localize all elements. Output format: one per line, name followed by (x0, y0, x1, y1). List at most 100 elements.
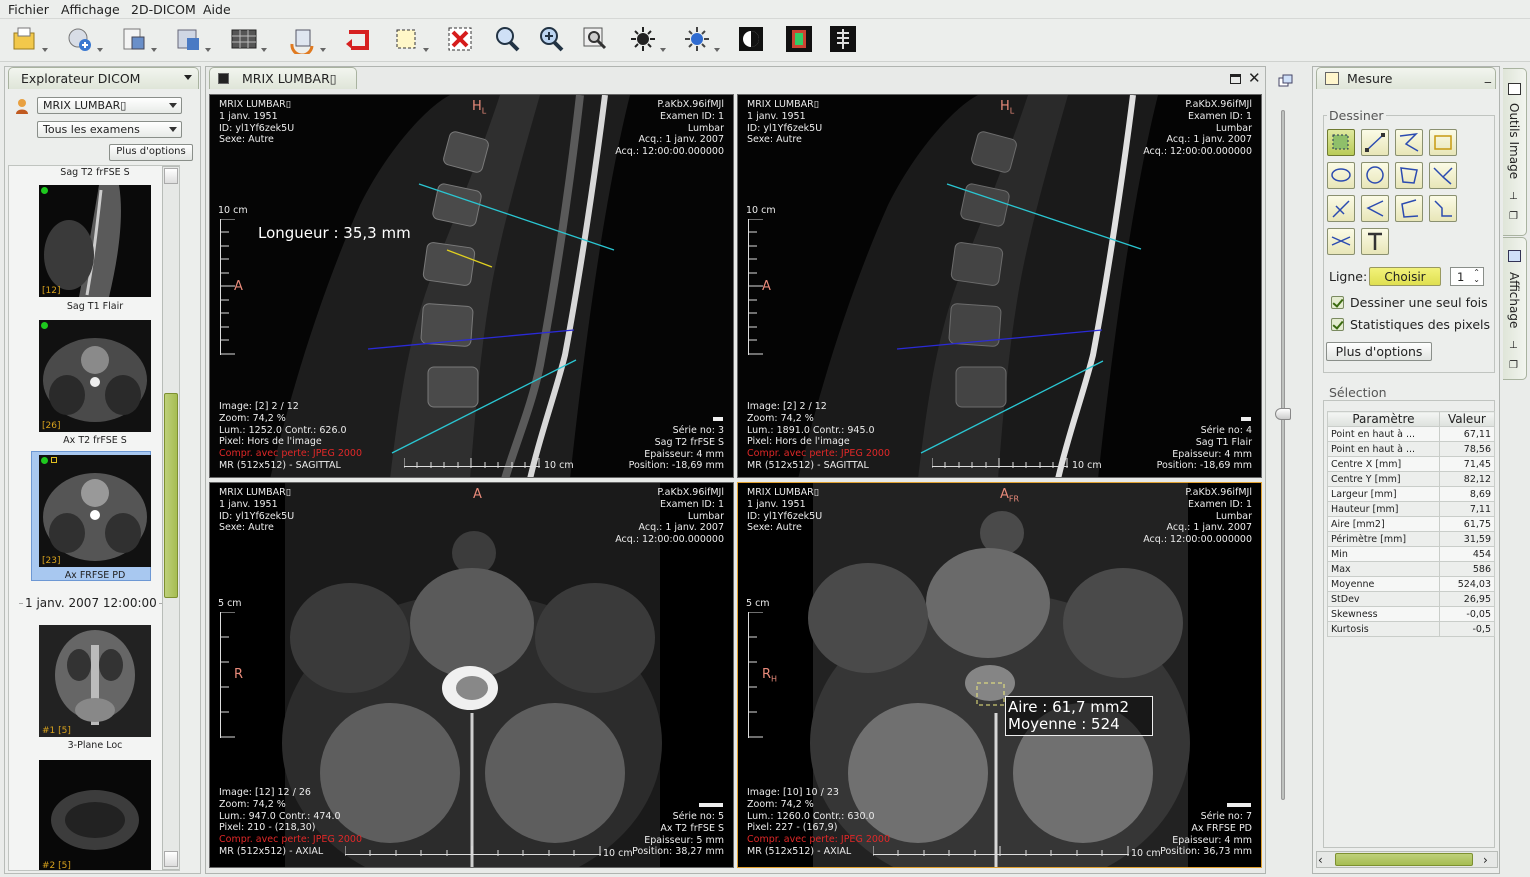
rectangle-tool-icon[interactable] (1429, 129, 1457, 156)
cobb-angle-tool-icon[interactable] (1361, 195, 1389, 222)
select-tool-icon[interactable] (1327, 129, 1355, 156)
select-icon[interactable] (391, 24, 429, 54)
table-row[interactable]: Skewness -0,05 (1327, 606, 1496, 622)
menu-2d-dicom[interactable]: 2D-DICOM (131, 2, 196, 17)
table-row[interactable]: Aire [mm2] 61,75 (1327, 516, 1496, 532)
table-row[interactable]: Hauteur [mm] 7,11 (1327, 501, 1496, 517)
delete-icon[interactable] (445, 24, 475, 54)
pixel-stats-checkbox[interactable] (1331, 318, 1344, 331)
explorer-more-options-button[interactable]: Plus d'options (109, 144, 193, 161)
layout-sync-icon[interactable] (1278, 74, 1294, 88)
scroll-up-button[interactable] (164, 168, 178, 184)
table-row[interactable]: Moyenne 524,03 (1327, 576, 1496, 592)
menu-bar: Fichier Affichage 2D-DICOM Aide (0, 0, 1530, 19)
menu-help[interactable]: Aide (203, 2, 231, 17)
ellipse-tool-icon[interactable] (1327, 162, 1355, 189)
minimize-icon[interactable]: _ (1485, 68, 1491, 83)
series-thumbnail[interactable]: [26] (39, 320, 151, 432)
overlay-top-right: P.aKbX.96ifMJl Examen ID: 1 Lumbar Acq.:… (1143, 99, 1252, 158)
perpendicular-tool-icon[interactable] (1327, 195, 1355, 222)
circle-tool-icon[interactable] (1361, 162, 1389, 189)
horizontal-scale-ruler (872, 845, 1129, 856)
xray-icon[interactable] (828, 24, 858, 54)
table-row[interactable]: Kurtosis -0,5 (1327, 621, 1496, 637)
polyline-tool-icon[interactable] (1395, 129, 1423, 156)
overlay-top-left: MRIX LUMBAR▯ 1 janv. 1951 ID: yl1Yf6zek5… (219, 487, 295, 534)
series-thumbnail-selected[interactable]: [23] (39, 455, 151, 567)
series-list-scrollbar[interactable] (162, 166, 179, 870)
open-angle-tool-icon[interactable] (1395, 195, 1423, 222)
table-header-value[interactable]: Valeur (1438, 411, 1496, 427)
four-point-angle-tool-icon[interactable] (1429, 195, 1457, 222)
invert-icon[interactable] (736, 24, 766, 54)
table-row[interactable]: StDev 26,95 (1327, 591, 1496, 607)
menu-view[interactable]: Affichage (61, 2, 120, 17)
pin-icon[interactable]: ⊥ (1509, 340, 1518, 351)
import-icon[interactable] (65, 24, 103, 54)
stats-hscrollbar[interactable]: ‹ › (1316, 851, 1498, 868)
export-icon[interactable] (119, 24, 157, 54)
layout-grid-icon[interactable] (229, 24, 267, 54)
series-thumbnail[interactable]: [12] (39, 185, 151, 297)
table-row[interactable]: Centre X [mm] 71,45 (1327, 456, 1496, 472)
table-row[interactable]: Largeur [mm] 8,69 (1327, 486, 1496, 502)
open-file-icon[interactable] (10, 24, 48, 54)
vertical-scale-ruler (220, 611, 237, 738)
pixel-info-tool-icon[interactable] (1327, 228, 1355, 255)
table-row[interactable]: Min 454 (1327, 546, 1496, 562)
slice-slider-handle[interactable] (1275, 408, 1291, 420)
stats-hscroll-thumb[interactable] (1335, 853, 1473, 866)
viewer-tab[interactable]: MRIX LUMBAR▯ (209, 67, 357, 89)
series-thumbnail[interactable]: #1 [5] (39, 625, 151, 737)
table-row[interactable]: Périmètre [mm] 31,59 (1327, 531, 1496, 547)
display-side-tab[interactable]: Affichage ⊥ ❐ (1503, 237, 1527, 380)
angle-tool-icon[interactable] (1429, 162, 1457, 189)
menu-file[interactable]: Fichier (8, 2, 49, 17)
line-width-spinner[interactable]: 1 ⌃ ⌄ (1450, 267, 1484, 286)
viewport-axial-pd-active[interactable]: MRIX LUMBAR▯ 1 janv. 1951 ID: yl1Yf6zek5… (737, 482, 1262, 868)
colormap-icon[interactable] (784, 24, 814, 54)
draw-once-checkbox[interactable] (1331, 296, 1344, 309)
sync-icon[interactable] (288, 24, 326, 57)
table-row[interactable]: Centre Y [mm] 82,12 (1327, 471, 1496, 487)
table-row[interactable]: Point en haut à ... 67,11 (1327, 426, 1496, 442)
value-cell: 586 (1438, 561, 1496, 577)
viewport-sagittal-t1[interactable]: MRIX LUMBAR▯ 1 janv. 1951 ID: yl1Yf6zek5… (737, 94, 1262, 478)
save-icon[interactable] (173, 24, 211, 54)
zoom-window-icon[interactable] (580, 24, 610, 54)
measure-tab[interactable]: Mesure _ (1316, 67, 1496, 89)
measure-more-options-button[interactable]: Plus d'options (1326, 342, 1432, 361)
overlay-compression: Compr. avec perte: JPEG 2000 (219, 448, 362, 459)
table-header-parameter[interactable]: Paramètre (1327, 411, 1440, 427)
text-tool-icon[interactable] (1361, 228, 1389, 255)
viewport-axial-t2[interactable]: MRIX LUMBAR▯ 1 janv. 1951 ID: yl1Yf6zek5… (209, 482, 734, 868)
line-tool-icon[interactable] (1361, 129, 1389, 156)
float-icon[interactable]: ❐ (1509, 360, 1518, 371)
series-list-scroll-thumb[interactable] (164, 393, 178, 598)
panel-menu-icon[interactable] (184, 75, 192, 80)
polygon-tool-icon[interactable] (1395, 162, 1423, 189)
line-color-button[interactable]: Choisir (1369, 267, 1441, 286)
float-icon[interactable]: ❐ (1509, 211, 1518, 222)
close-icon[interactable]: ✕ (1248, 69, 1261, 87)
table-row[interactable]: Max 586 (1327, 561, 1496, 577)
scroll-left-button[interactable]: ‹ (1318, 853, 1332, 867)
table-row[interactable]: Point en haut à ... 78,56 (1327, 441, 1496, 457)
brightness-icon[interactable] (682, 24, 720, 54)
image-tools-side-tab[interactable]: Outils Image ⊥ ❐ (1503, 68, 1527, 236)
zoom-icon[interactable] (492, 24, 522, 54)
window-level-icon[interactable] (628, 24, 666, 54)
slice-slider-track[interactable] (1281, 110, 1285, 800)
zoom-fit-icon[interactable] (536, 24, 566, 54)
scroll-right-button[interactable]: › (1483, 853, 1497, 867)
pin-icon[interactable]: ⊥ (1509, 191, 1518, 202)
maximize-icon[interactable] (1230, 74, 1241, 84)
reset-icon[interactable] (343, 24, 373, 54)
overlay-top-left: MRIX LUMBAR▯ 1 janv. 1951 ID: yl1Yf6zek5… (219, 99, 295, 146)
patient-combo[interactable]: MRIX LUMBAR▯ (37, 97, 182, 114)
viewport-sagittal-t2[interactable]: MRIX LUMBAR▯ 1 janv. 1951 ID: yl1Yf6zek5… (209, 94, 734, 478)
series-thumbnail[interactable]: #2 [5] (39, 760, 151, 870)
exam-combo[interactable]: Tous les examens (37, 121, 182, 138)
dicom-explorer-tab[interactable]: Explorateur DICOM (8, 67, 199, 89)
scroll-down-button[interactable] (164, 851, 178, 867)
